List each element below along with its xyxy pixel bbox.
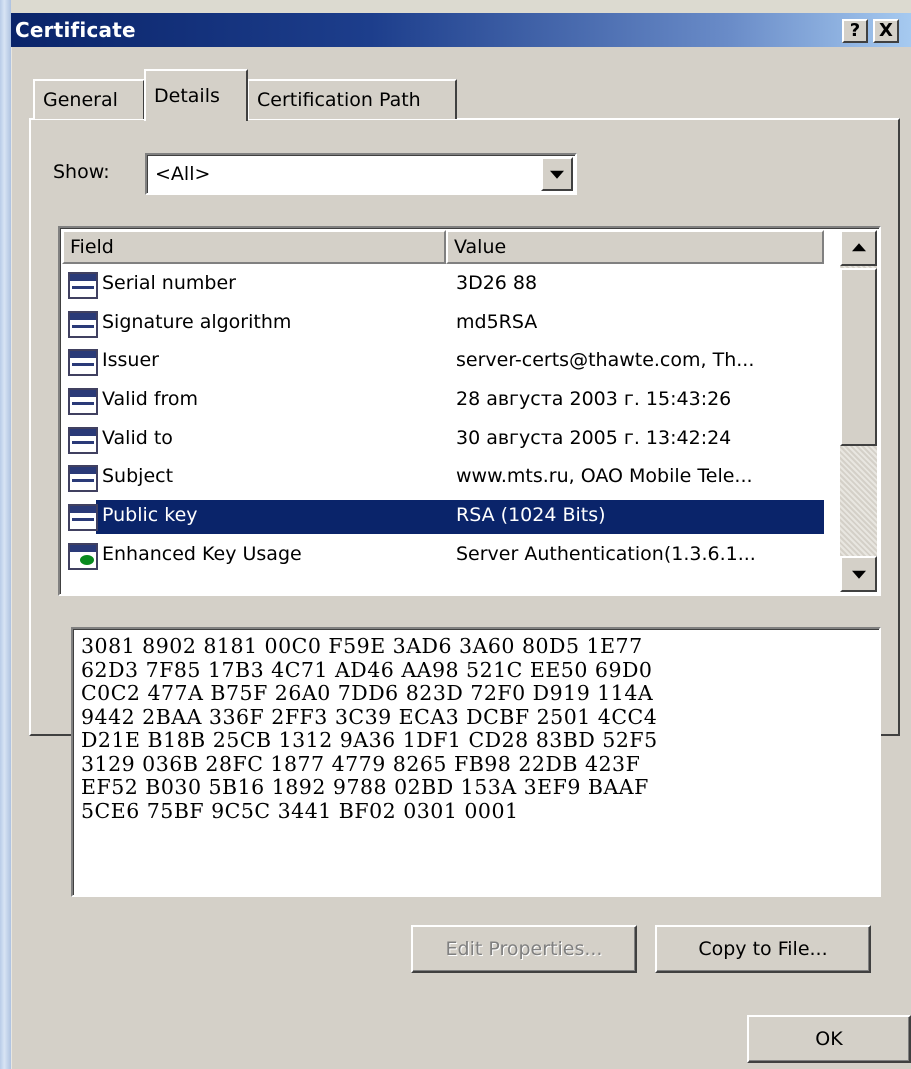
hex-line: 9442 2BAA 336F 2FF3 3C39 ECA3 DCBF 2501 … [81, 704, 658, 729]
hex-line: 3081 8902 8181 00C0 F59E 3AD6 3A60 80D5 … [81, 634, 643, 658]
certificate-field-icon [68, 310, 98, 338]
hex-line: D21E B18B 25CB 1312 9A36 1DF1 CD28 83BD … [81, 728, 658, 752]
list-item[interactable]: Valid to 30 августа 2005 г. 13:42:24 [62, 421, 824, 460]
field-name: Serial number [102, 272, 236, 294]
scroll-down-button[interactable] [840, 556, 877, 592]
hex-line: 62D3 7F85 17B3 4C71 AD46 AA98 521C EE50 … [81, 657, 653, 682]
list-item[interactable]: Valid from 28 августа 2003 г. 15:43:26 [62, 382, 824, 421]
desktop-background [0, 0, 11, 1069]
list-item[interactable]: Enhanced Key Usage Server Authentication… [62, 537, 824, 576]
vertical-scrollbar[interactable] [840, 230, 877, 592]
field-value: RSA (1024 Bits) [456, 504, 606, 527]
list-item-selected[interactable]: Public key RSA (1024 Bits) [62, 498, 824, 537]
certificate-field-icon [68, 388, 98, 416]
scrollbar-thumb[interactable] [840, 268, 877, 446]
field-value: Server Authentication(1.3.6.1... [456, 542, 756, 565]
field-value: 30 августа 2005 г. 13:42:24 [456, 426, 732, 449]
certificate-field-icon [68, 272, 98, 299]
show-label: Show: [53, 161, 110, 183]
field-name: Signature algorithm [102, 310, 292, 333]
chevron-up-icon [851, 243, 866, 252]
field-value: 3D26 88 [456, 272, 538, 294]
field-name: Valid to [102, 426, 173, 449]
certificate-field-icon [68, 349, 98, 377]
certificate-fields-list[interactable]: Field Value Serial number 3D26 88 Signat… [58, 226, 881, 596]
close-button[interactable]: X [873, 19, 899, 43]
dropdown-arrow-button[interactable] [541, 157, 573, 191]
field-name: Public key [102, 504, 198, 527]
certificate-field-icon [68, 426, 98, 454]
field-value: www.mts.ru, OAO Mobile Tele... [456, 465, 753, 488]
column-header-value[interactable]: Value [446, 230, 824, 264]
copy-to-file-button[interactable]: Copy to File... [655, 925, 871, 973]
list-item[interactable]: Subject www.mts.ru, OAO Mobile Tele... [62, 459, 824, 498]
column-header-field[interactable]: Field [62, 230, 446, 264]
show-dropdown-value: <All> [155, 163, 211, 185]
field-value: server-certs@thawte.com, Th... [456, 349, 755, 372]
field-name: Enhanced Key Usage [102, 542, 302, 565]
field-name: Valid from [102, 388, 199, 411]
extension-field-icon [68, 542, 98, 570]
help-button[interactable]: ? [842, 19, 868, 43]
tab-general[interactable]: General [33, 79, 145, 119]
field-value: md5RSA [456, 310, 538, 333]
window-title: Certificate [15, 18, 136, 42]
list-item[interactable]: Serial number 3D26 88 [62, 266, 824, 305]
title-bar[interactable]: Certificate ? X [11, 13, 911, 47]
tab-details[interactable]: Details [144, 69, 248, 121]
hex-line: EF52 B030 5B16 1892 9788 02BD 153A 3EF9 … [81, 775, 649, 799]
chevron-down-icon [550, 170, 564, 179]
field-name: Issuer [102, 349, 159, 372]
show-dropdown[interactable]: <All> [145, 153, 577, 195]
chevron-down-icon [851, 570, 866, 579]
edit-properties-button[interactable]: Edit Properties... [411, 925, 637, 973]
field-value: 28 августа 2003 г. 15:43:26 [456, 388, 732, 411]
scroll-up-button[interactable] [840, 230, 877, 266]
hex-line: 3129 036B 28FC 1877 4779 8265 FB98 22DB … [81, 751, 641, 776]
certificate-field-icon [68, 465, 98, 493]
list-item[interactable]: Signature algorithm md5RSA [62, 305, 824, 344]
hex-line: 5CE6 75BF 9C5C 3441 BF02 0301 0001 [81, 798, 519, 823]
ok-button[interactable]: OK [747, 1015, 911, 1063]
certificate-field-icon [68, 504, 98, 532]
list-rows: Serial number 3D26 88 Signature algorith… [62, 266, 824, 576]
hex-line: C0C2 477A B75F 26A0 7DD6 823D 72F0 D919 … [81, 681, 654, 705]
list-item[interactable]: Issuer server-certs@thawte.com, Th... [62, 343, 824, 382]
field-value-detail-box[interactable]: 3081 8902 8181 00C0 F59E 3AD6 3A60 80D5 … [71, 627, 881, 897]
tab-certification-path[interactable]: Certification Path [247, 79, 457, 119]
certificate-dialog: Certificate ? X General Details Certific… [11, 13, 911, 1069]
field-name: Subject [102, 465, 174, 488]
